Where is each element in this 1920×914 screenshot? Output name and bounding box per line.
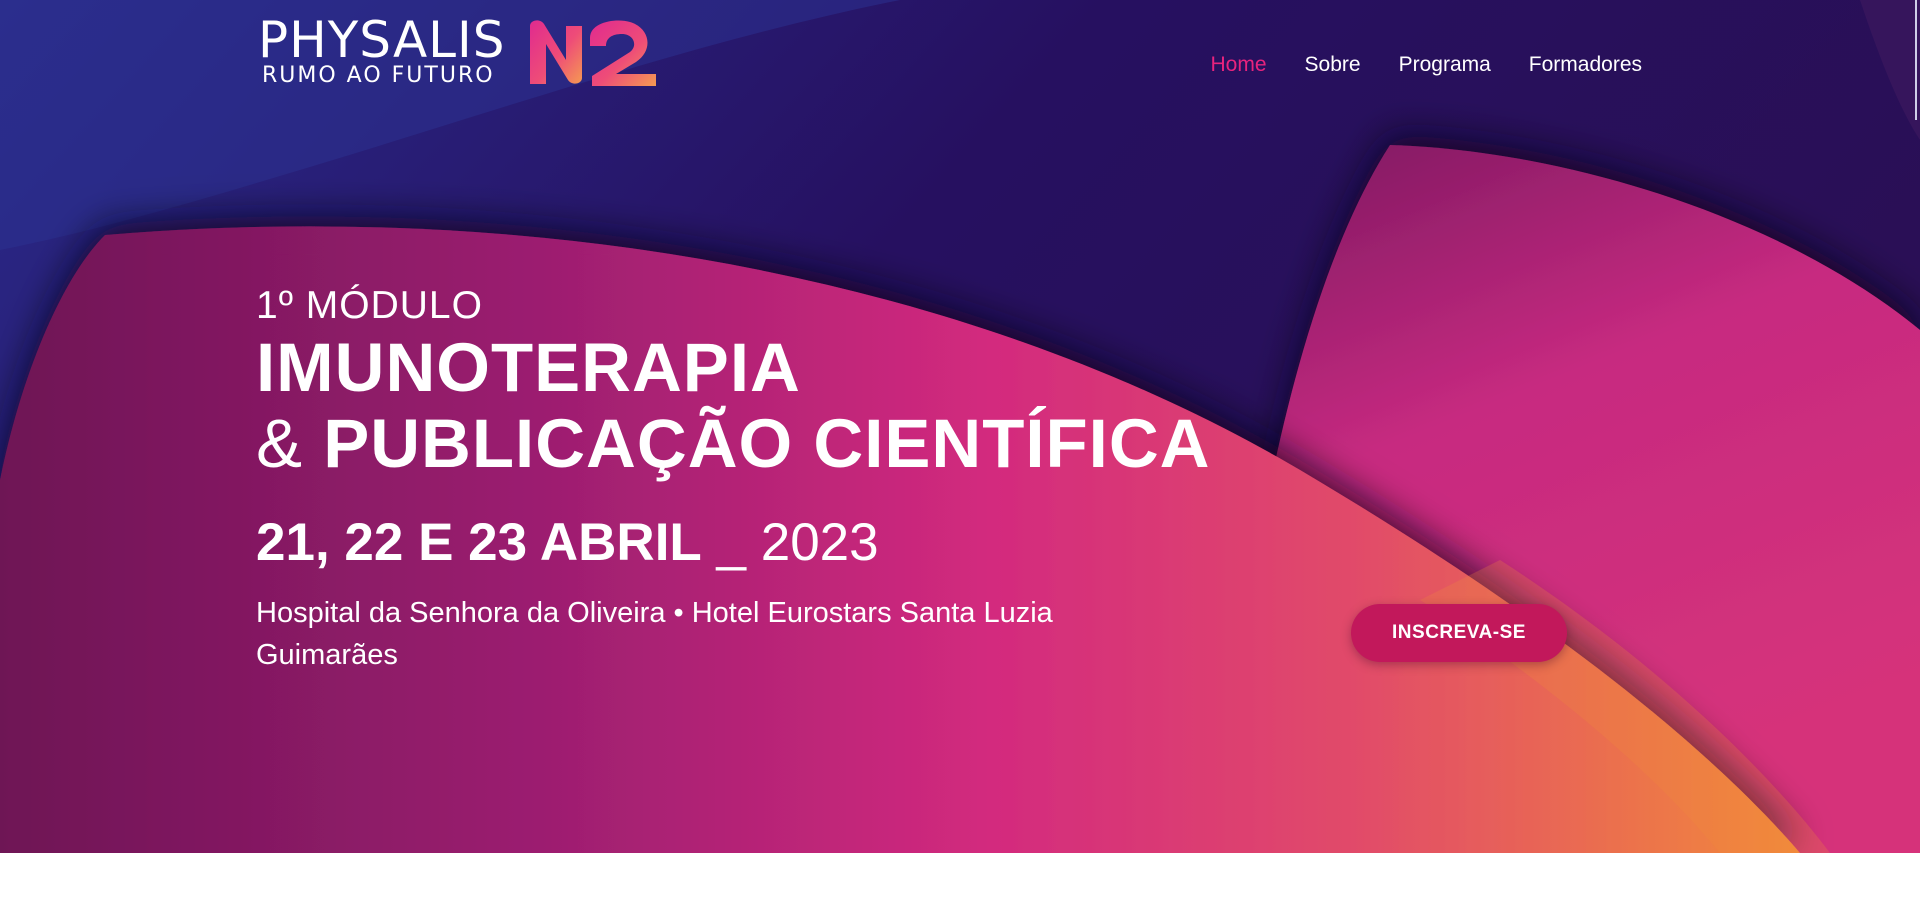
ampersand: & [256,405,304,482]
brand-tagline: RUMO AO FUTURO [262,63,495,88]
event-dates: 21, 22 E 23 ABRIL _ 2023 [256,512,1356,574]
nav-formadores[interactable]: Formadores [1529,50,1642,80]
brand-logo[interactable]: PHYSALIS RUMO AO FUTURO [258,11,668,92]
hero-title-strong: PUBLICAÇÃO CIENTÍFICA [323,405,1211,482]
event-year: _ 2023 [716,513,879,572]
event-venue: Hospital da Senhora da Oliveira • Hotel … [256,592,1256,676]
n2-logo-icon [530,20,656,86]
nav-sobre[interactable]: Sobre [1305,50,1361,80]
event-days: 21, 22 E 23 ABRIL [256,513,702,572]
main-nav: Home Sobre Programa Formadores [1211,50,1642,80]
scrollbar[interactable] [1915,0,1917,120]
venue-line1: Hospital da Senhora da Oliveira • Hotel … [256,597,1053,629]
venue-line2: Guimarães [256,639,398,671]
hero-section: PHYSALIS RUMO AO FUTURO Home Sobre Progr… [0,0,1920,853]
hero-content: 1º MÓDULO IMUNOTERAPIA & PUBLICAÇÃO CIEN… [256,282,1356,676]
register-button[interactable]: INSCREVA-SE [1351,604,1567,662]
nav-home[interactable]: Home [1211,50,1267,80]
hero-title-line1: IMUNOTERAPIA [256,329,801,406]
nav-programa[interactable]: Programa [1399,50,1491,80]
module-label: 1º MÓDULO [256,284,483,327]
brand-name: PHYSALIS [258,11,506,69]
hero-title-line2: & PUBLICAÇÃO CIENTÍFICA [256,406,1356,482]
